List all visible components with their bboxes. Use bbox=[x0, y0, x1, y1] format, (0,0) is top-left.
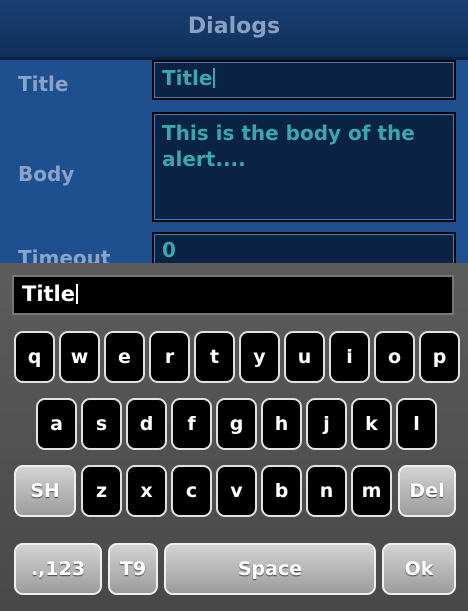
virtual-keyboard: Title q w e r t y u i o p a s d f g h j k l SH z x c v b n m Del .,1… bbox=[0, 263, 468, 611]
t9-key[interactable]: T9 bbox=[108, 543, 158, 595]
title-field[interactable]: Title bbox=[152, 60, 456, 100]
numbers-key[interactable]: .,123 bbox=[14, 543, 102, 595]
key-u[interactable]: u bbox=[284, 331, 325, 383]
text-caret bbox=[213, 68, 216, 88]
delete-key[interactable]: Del bbox=[398, 465, 456, 517]
key-q[interactable]: q bbox=[14, 331, 55, 383]
key-z[interactable]: z bbox=[81, 465, 122, 517]
dialog-form: Title Title Body This is the body of the… bbox=[0, 60, 468, 272]
header-bar: Dialogs bbox=[0, 0, 468, 60]
key-k[interactable]: k bbox=[351, 398, 392, 450]
key-x[interactable]: x bbox=[126, 465, 167, 517]
key-o[interactable]: o bbox=[374, 331, 415, 383]
key-c[interactable]: c bbox=[171, 465, 212, 517]
key-n[interactable]: n bbox=[306, 465, 347, 517]
keyboard-input-value: Title bbox=[22, 282, 76, 306]
key-d[interactable]: d bbox=[126, 398, 167, 450]
space-key[interactable]: Space bbox=[164, 543, 376, 595]
title-field-value: Title bbox=[162, 66, 213, 90]
key-g[interactable]: g bbox=[216, 398, 257, 450]
key-r[interactable]: r bbox=[149, 331, 190, 383]
key-v[interactable]: v bbox=[216, 465, 257, 517]
key-m[interactable]: m bbox=[351, 465, 392, 517]
key-l[interactable]: l bbox=[396, 398, 437, 450]
title-label: Title bbox=[18, 72, 69, 96]
key-p[interactable]: p bbox=[419, 331, 460, 383]
key-w[interactable]: w bbox=[59, 331, 100, 383]
key-i[interactable]: i bbox=[329, 331, 370, 383]
key-a[interactable]: a bbox=[36, 398, 77, 450]
page-title: Dialogs bbox=[187, 14, 281, 39]
key-b[interactable]: b bbox=[261, 465, 302, 517]
shift-key[interactable]: SH bbox=[14, 465, 76, 517]
timeout-field-value: 0 bbox=[162, 238, 176, 262]
keyboard-input-field[interactable]: Title bbox=[12, 275, 454, 315]
ok-key[interactable]: Ok bbox=[382, 543, 456, 595]
key-f[interactable]: f bbox=[171, 398, 212, 450]
body-field[interactable]: This is the body of the alert.... bbox=[152, 112, 456, 222]
dialogs-screen: Dialogs Title Title Body This is the bod… bbox=[0, 0, 468, 611]
key-j[interactable]: j bbox=[306, 398, 347, 450]
key-e[interactable]: e bbox=[104, 331, 145, 383]
body-label: Body bbox=[18, 162, 75, 186]
body-field-value: This is the body of the alert.... bbox=[162, 121, 415, 171]
key-y[interactable]: y bbox=[239, 331, 280, 383]
key-s[interactable]: s bbox=[81, 398, 122, 450]
key-t[interactable]: t bbox=[194, 331, 235, 383]
text-caret bbox=[76, 284, 79, 304]
key-h[interactable]: h bbox=[261, 398, 302, 450]
